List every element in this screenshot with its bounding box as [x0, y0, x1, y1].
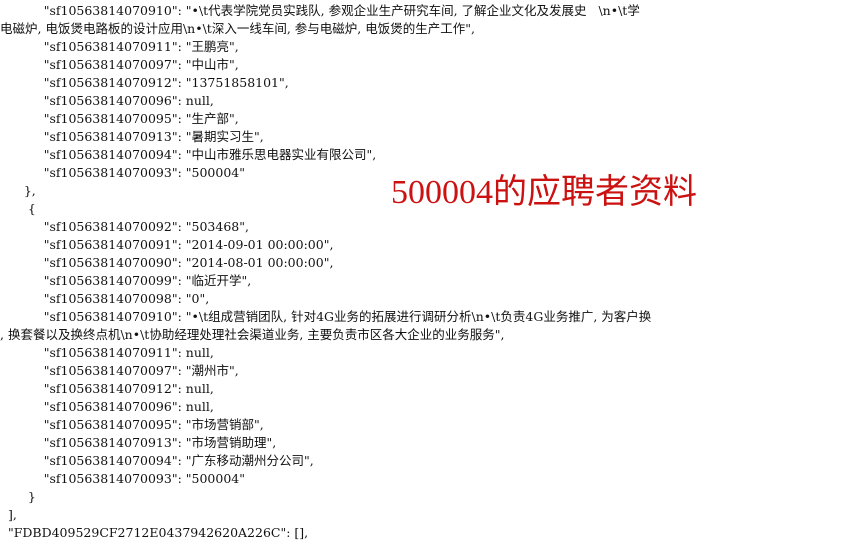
- annotation-overlay: 500004的应聘者资料: [389, 171, 791, 249]
- code-line: "sf10563814070911": "王鹏亮",: [0, 39, 239, 54]
- code-line: "sf10563814070094": "广东移动潮州分公司",: [0, 453, 314, 468]
- code-line: "FDBD409529CF2712E0437942620A226C": [],: [0, 525, 309, 540]
- code-line: ],: [0, 507, 17, 522]
- code-line: "sf10563814070095": "市场营销部",: [0, 417, 264, 432]
- code-line: "sf10563814070098": "0",: [0, 291, 210, 306]
- code-line: "sf10563814070099": "临近开学",: [0, 273, 252, 288]
- code-line: "sf10563814070097": "中山市",: [0, 57, 239, 72]
- code-line: {: [0, 201, 36, 216]
- code-line: "sf10563814070912": "13751858101",: [0, 75, 289, 90]
- annotation-label: 500004的应聘者资料: [391, 174, 697, 211]
- code-line: "sf10563814070910": "•\t代表学院党员实践队, 参观企业生…: [0, 3, 640, 18]
- code-line: "sf10563814070911": null,: [0, 345, 214, 360]
- code-line: "sf10563814070091": "2014-09-01 00:00:00…: [0, 237, 334, 252]
- code-line: "sf10563814070910": "•\t组成营销团队, 针对4G业务的拓…: [0, 309, 652, 324]
- code-line: "sf10563814070093": "500004": [0, 165, 245, 180]
- code-line: }: [0, 489, 36, 504]
- code-line: "sf10563814070094": "中山市雅乐思电器实业有限公司",: [0, 147, 377, 162]
- code-line: "sf10563814070093": "500004": [0, 471, 245, 486]
- code-line: "sf10563814070095": "生产部",: [0, 111, 239, 126]
- code-line: "sf10563814070913": "暑期实习生",: [0, 129, 264, 144]
- code-line: "sf10563814070092": "503468",: [0, 219, 249, 234]
- code-line: "sf10563814070096": null,: [0, 399, 214, 414]
- code-line: , 换套餐以及换终点机\n•\t协助经理处理社会渠道业务, 主要负责市区各大企业…: [0, 327, 505, 342]
- code-line: "sf10563814070913": "市场营销助理",: [0, 435, 277, 450]
- json-viewer: "sf10563814070910": "•\t代表学院党员实践队, 参观企业生…: [0, 0, 853, 544]
- code-line: "sf10563814070090": "2014-08-01 00:00:00…: [0, 255, 334, 270]
- code-line: "sf10563814070097": "潮州市",: [0, 363, 239, 378]
- code-line: "sf10563814070096": null,: [0, 93, 214, 108]
- code-line: },: [0, 183, 36, 198]
- code-line: "sf10563814070912": null,: [0, 381, 214, 396]
- code-line: 电磁炉, 电饭煲电路板的设计应用\n•\t深入一线车间, 参与电磁炉, 电饭煲的…: [0, 21, 475, 36]
